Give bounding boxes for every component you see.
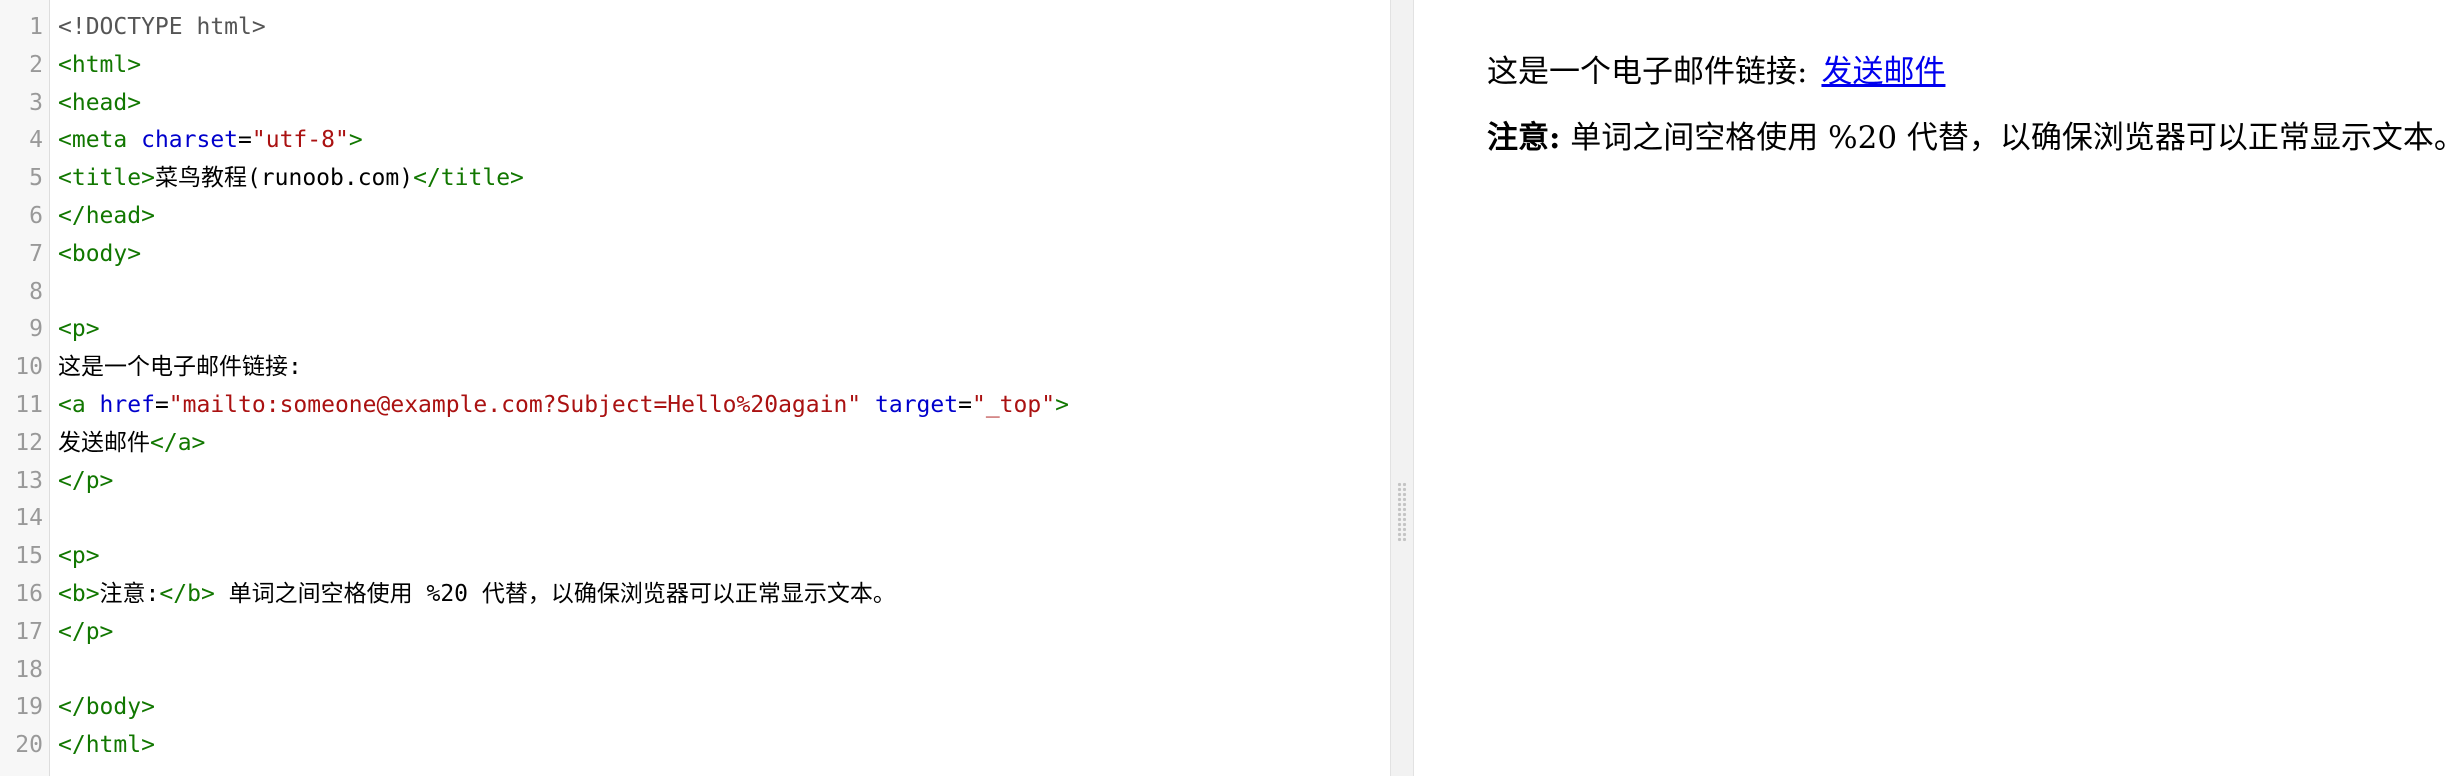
code-token: </b> xyxy=(159,580,215,607)
code-token: <meta xyxy=(58,127,142,154)
preview-pane: 这是一个电子邮件链接: 发送邮件 注意: 单词之间空格使用 %20 代替，以确保浏… xyxy=(1414,0,2456,776)
line-number: 18 xyxy=(15,656,43,683)
preview-paragraph-email: 这是一个电子邮件链接: 发送邮件 xyxy=(1487,54,2456,90)
code-token: 菜鸟教程(runoob.com) xyxy=(154,165,414,192)
line-number: 15 xyxy=(15,543,43,570)
code-token: </html> xyxy=(58,732,155,759)
preview-note-bold: 注意: xyxy=(1487,120,1561,156)
code-token: <p> xyxy=(58,316,100,343)
code-line[interactable]: <b>注意:</b> 单词之间空格使用 %20 代替，以确保浏览器可以正常显示文… xyxy=(58,576,1390,614)
code-token: "utf-8" xyxy=(251,127,349,154)
code-line[interactable]: <a href="mailto:someone@example.com?Subj… xyxy=(58,387,1390,425)
code-area[interactable]: <!DOCTYPE html> <html> <head> <meta charset… xyxy=(50,0,1390,776)
code-token: 发送邮件 xyxy=(58,429,150,456)
code-line[interactable]: </body> xyxy=(58,689,1390,727)
code-token: <a xyxy=(58,391,100,418)
line-number: 11 xyxy=(15,391,43,418)
code-line[interactable]: 这是一个电子邮件链接: xyxy=(58,349,1390,387)
line-number: 20 xyxy=(15,732,43,759)
code-token: </head> xyxy=(58,202,155,229)
code-token: <!DOCTYPE html> xyxy=(58,14,266,40)
code-token: </p> xyxy=(58,467,114,494)
line-number: 16 xyxy=(15,580,43,607)
code-token: </a> xyxy=(150,429,206,456)
line-number: 9 xyxy=(29,316,43,343)
line-number: 8 xyxy=(29,278,43,305)
code-token: target xyxy=(875,391,959,418)
code-token: charset xyxy=(141,127,239,154)
code-line[interactable]: </p> xyxy=(58,614,1390,652)
line-number: 6 xyxy=(29,202,43,229)
send-email-link[interactable]: 发送邮件 xyxy=(1821,54,1945,90)
code-token: > xyxy=(1055,391,1069,418)
code-token: <p> xyxy=(58,543,100,570)
code-token: "_top" xyxy=(971,391,1056,418)
drag-grip-icon[interactable] xyxy=(1397,482,1407,542)
preview-email-label: 这是一个电子邮件链接: xyxy=(1487,54,1808,90)
preview-paragraph-note: 注意: 单词之间空格使用 %20 代替，以确保浏览器可以正常显示文本。 xyxy=(1487,120,2456,156)
code-token: "mailto:someone@example.com?Subject=Hell… xyxy=(168,391,862,418)
code-line[interactable]: <head> xyxy=(58,85,1390,123)
line-number: 10 xyxy=(15,354,43,381)
line-number: 12 xyxy=(15,429,43,456)
line-number: 5 xyxy=(29,165,43,192)
code-line[interactable] xyxy=(58,500,1390,538)
line-number-gutter: 1 2 3 4 5 6 7 8 9 10 11 12 13 14 15 16 17 18 19 20 xyxy=(0,0,50,776)
code-line[interactable]: 发送邮件</a> xyxy=(58,425,1390,463)
code-line[interactable]: <meta charset="utf-8"> xyxy=(58,122,1390,160)
code-token: = xyxy=(958,391,972,418)
line-number: 2 xyxy=(29,51,43,78)
code-token: <body> xyxy=(58,240,142,267)
code-token: > xyxy=(348,127,363,154)
code-token: </title> xyxy=(413,165,524,192)
code-line[interactable]: <html> xyxy=(58,47,1390,85)
pane-splitter[interactable] xyxy=(1390,0,1414,776)
code-token: = xyxy=(238,127,252,154)
code-token: href xyxy=(99,391,155,418)
code-token: <html> xyxy=(58,51,142,78)
code-line[interactable]: </html> xyxy=(58,727,1390,765)
code-token: </body> xyxy=(58,694,155,721)
preview-note-text: 单词之间空格使用 %20 代替，以确保浏览器可以正常显示文本。 xyxy=(1560,120,2456,156)
code-token: 注意: xyxy=(99,580,160,607)
code-line[interactable]: <body> xyxy=(58,236,1390,274)
code-editor-app: 1 2 3 4 5 6 7 8 9 10 11 12 13 14 15 16 17 18 19 20 <!DOCTYP… xyxy=(0,0,2456,776)
code-token: 单词之间空格使用 %20 代替，以确保浏览器可以正常显示文本。 xyxy=(214,580,896,607)
code-line[interactable]: </p> xyxy=(58,463,1390,501)
line-number: 14 xyxy=(15,505,43,532)
code-line[interactable]: <p> xyxy=(58,311,1390,349)
code-token: </p> xyxy=(58,618,114,645)
code-token: = xyxy=(154,391,169,418)
code-line[interactable]: <title>菜鸟教程(runoob.com)</title> xyxy=(58,160,1390,198)
code-line[interactable]: </head> xyxy=(58,198,1390,236)
line-number: 19 xyxy=(15,694,43,721)
code-token: <b> xyxy=(58,580,100,607)
line-number: 1 xyxy=(29,14,43,40)
line-number: 3 xyxy=(29,89,43,116)
code-line[interactable]: <!DOCTYPE html> xyxy=(58,9,1390,47)
line-number: 4 xyxy=(29,127,43,154)
code-line[interactable] xyxy=(58,652,1390,690)
code-editor[interactable]: 1 2 3 4 5 6 7 8 9 10 11 12 13 14 15 16 17 18 19 20 <!DOCTYP… xyxy=(0,0,1390,776)
line-number: 13 xyxy=(15,467,43,494)
line-number: 17 xyxy=(15,618,43,645)
line-number: 7 xyxy=(29,240,43,267)
code-line[interactable]: <p> xyxy=(58,538,1390,576)
code-token: 这是一个电子邮件链接: xyxy=(58,354,302,381)
code-line[interactable] xyxy=(58,274,1390,312)
code-token: <head> xyxy=(58,89,142,116)
code-token: <title> xyxy=(58,165,155,192)
